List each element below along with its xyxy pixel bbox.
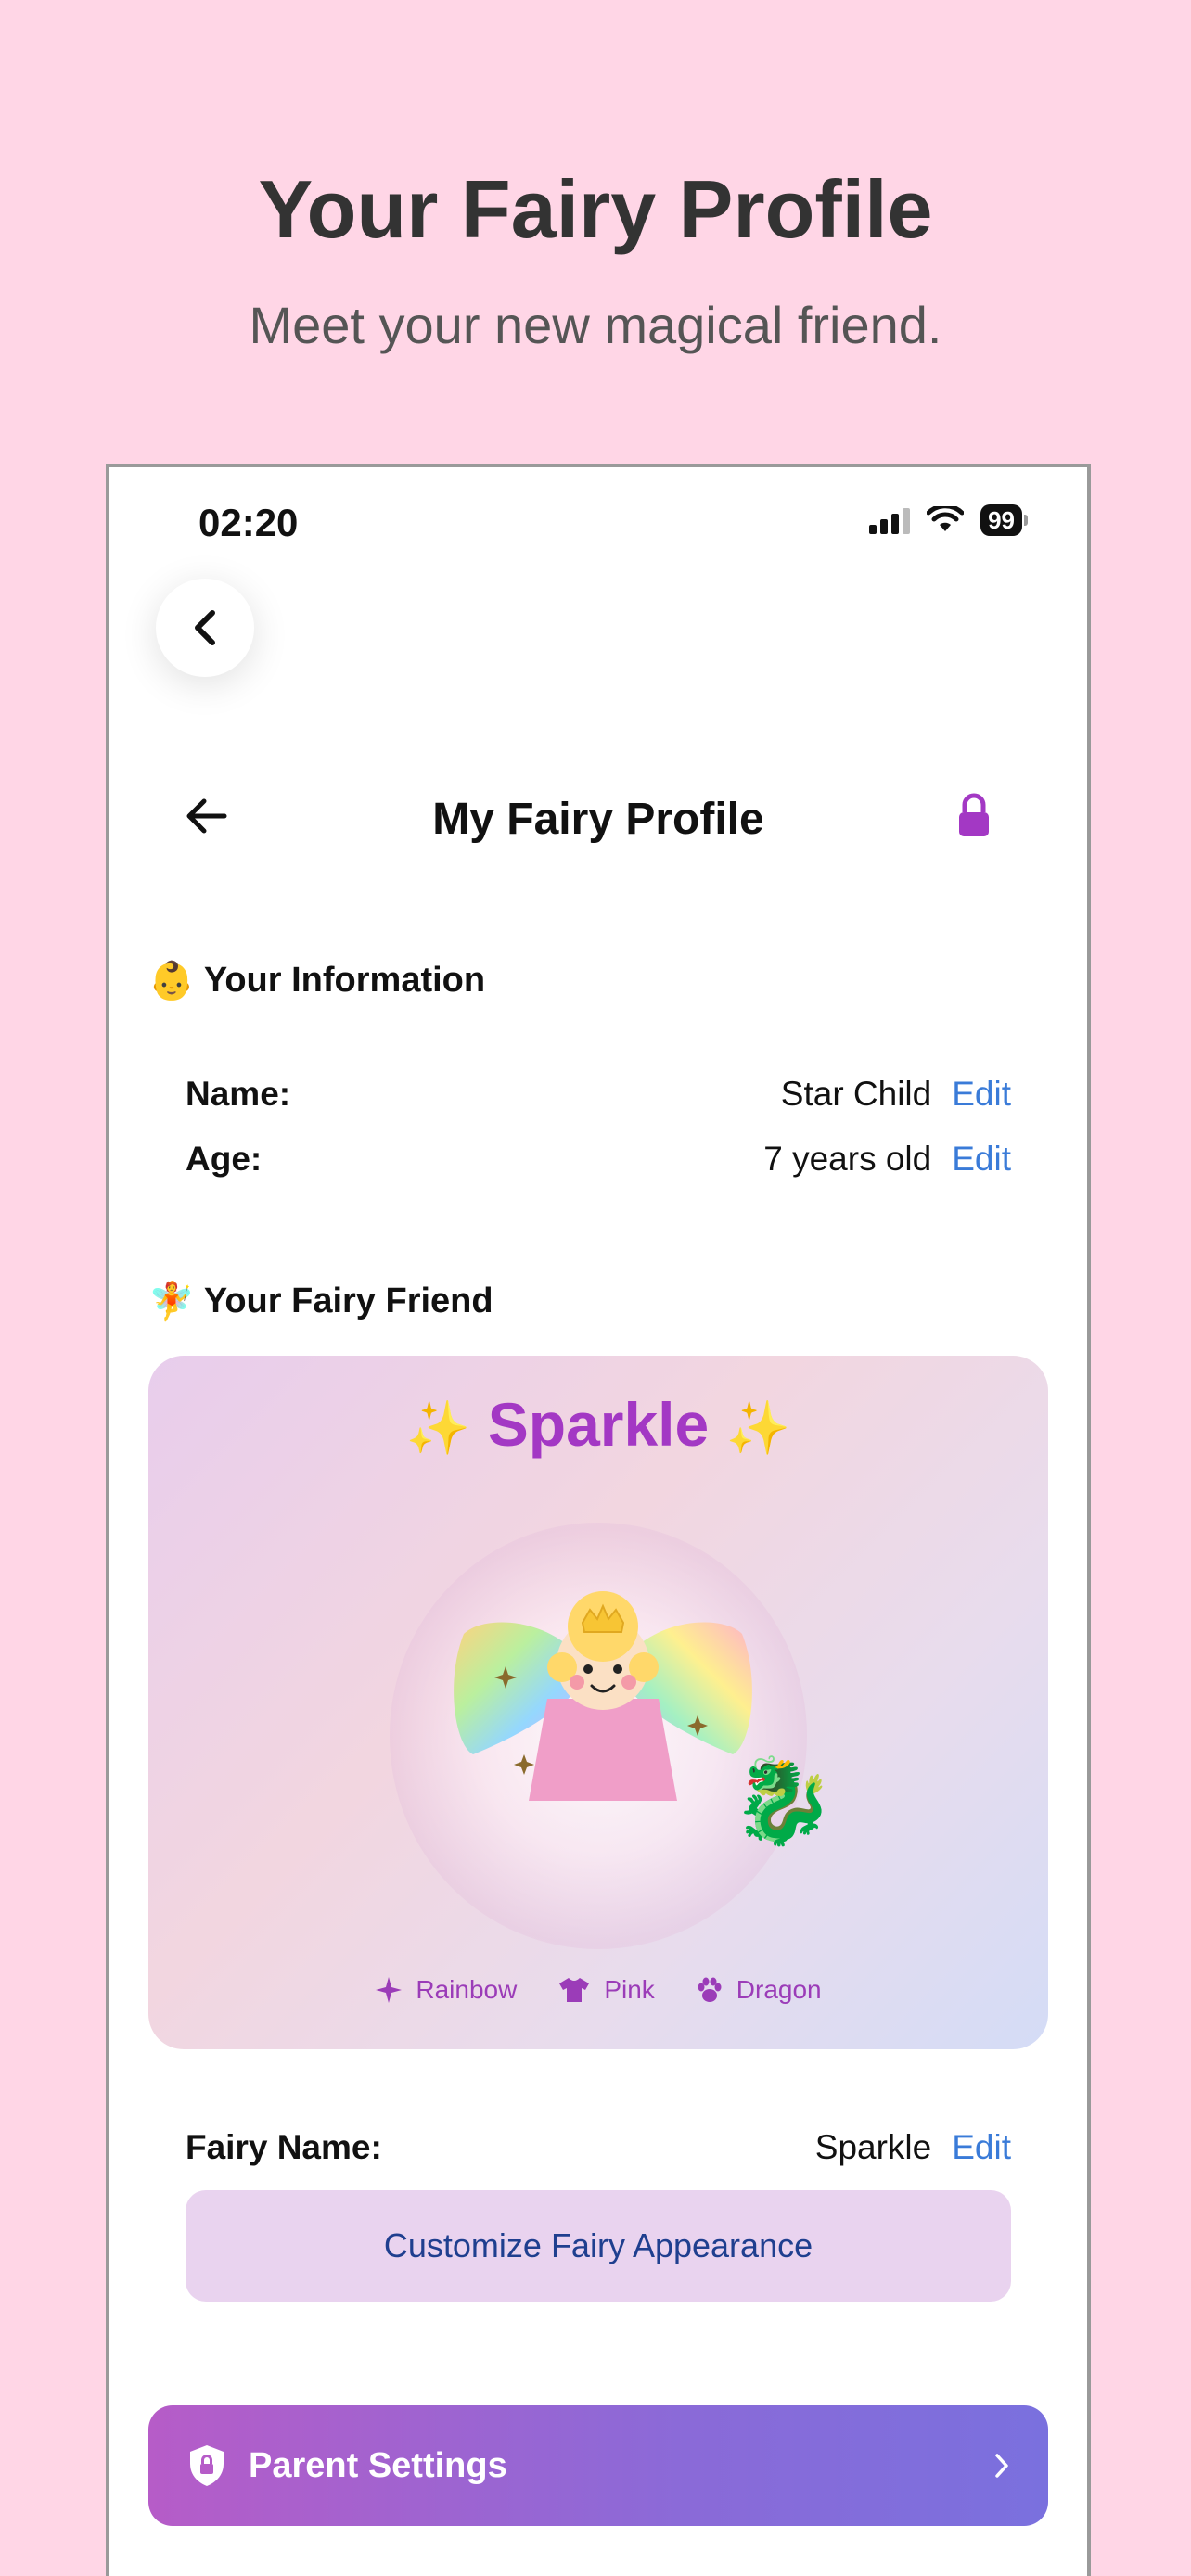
trait-dragon: Dragon <box>696 1975 822 2005</box>
trait-rainbow: Rainbow <box>375 1975 517 2005</box>
chevron-left-icon <box>195 610 215 645</box>
battery-icon: 99 <box>980 504 1028 536</box>
promo-subtitle: Meet your new magical friend. <box>249 296 942 354</box>
fairy-name-value: Sparkle <box>814 2128 932 2166</box>
name-label: Name: <box>186 1075 291 1113</box>
floating-back-button[interactable] <box>156 579 254 677</box>
fairy-friend-header: 🧚 Your Fairy Friend <box>148 1280 493 1323</box>
age-label: Age: <box>186 1140 263 1178</box>
fairy-avatar <box>454 1591 752 1801</box>
phone-screen: 02:20 99 My Fairy Profile 👶 Your Informa… <box>106 464 1091 2576</box>
fairy-card: ✨ Sparkle ✨ 🐉 Rainbow Pink Dragon <box>148 1356 1048 2049</box>
edit-fairy-name-button[interactable]: Edit <box>952 2128 1011 2167</box>
paw-icon <box>698 1977 722 2002</box>
section-title: Your Information <box>203 961 486 1000</box>
trait-pink: Pink <box>557 1975 655 2005</box>
shirt-icon <box>559 1978 590 2002</box>
trait-label: Dragon <box>736 1975 822 2004</box>
status-time: 02:20 <box>198 501 299 544</box>
fairy-card-title: ✨ Sparkle ✨ <box>148 1389 1048 1460</box>
name-row: Name: Star Child Edit <box>186 1066 1011 1122</box>
promo-title: Your Fairy Profile <box>258 163 933 255</box>
your-information-header: 👶 Your Information <box>148 959 485 1002</box>
sparkles-icon: ✨ <box>405 1398 471 1457</box>
dragon-icon: 🐉 <box>731 1755 836 1848</box>
chevron-right-icon <box>995 2454 1008 2478</box>
fairy-icon: 🧚 <box>148 1282 195 1322</box>
page-title: My Fairy Profile <box>432 795 764 844</box>
age-value: 7 years old <box>763 1140 932 1178</box>
parent-settings-label: Parent Settings <box>249 2445 507 2485</box>
cellular-signal-icon <box>869 506 911 534</box>
fairy-traits: Rainbow Pink Dragon <box>148 1975 1048 2005</box>
fairy-card-name: Sparkle <box>487 1390 710 1459</box>
promo-page: Your Fairy Profile Meet your new magical… <box>0 0 1191 2576</box>
baby-icon: 👶 <box>148 961 195 1001</box>
fairy-name-row: Fairy Name: Sparkle Edit <box>186 2120 1011 2175</box>
sparkles-icon: ✨ <box>725 1398 791 1457</box>
navigation-bar: My Fairy Profile <box>109 773 1087 866</box>
age-row: Age: 7 years old Edit <box>186 1131 1011 1187</box>
edit-age-button[interactable]: Edit <box>952 1140 1011 1179</box>
customize-fairy-button[interactable]: Customize Fairy Appearance <box>186 2190 1011 2302</box>
section-title: Your Fairy Friend <box>203 1282 493 1320</box>
edit-name-button[interactable]: Edit <box>952 1075 1011 1114</box>
trait-label: Pink <box>604 1975 655 2004</box>
lock-icon <box>959 793 989 836</box>
fairy-name-label: Fairy Name: <box>186 2128 382 2166</box>
sparkle-icon <box>376 1977 403 2003</box>
trait-label: Rainbow <box>416 1975 518 2004</box>
parent-settings-button[interactable]: Parent Settings <box>148 2405 1048 2526</box>
name-value: Star Child <box>780 1075 932 1113</box>
wifi-icon <box>927 506 965 531</box>
shield-lock-icon <box>190 2445 224 2486</box>
lock-button[interactable] <box>955 792 992 845</box>
status-icons: 99 <box>869 504 1028 536</box>
